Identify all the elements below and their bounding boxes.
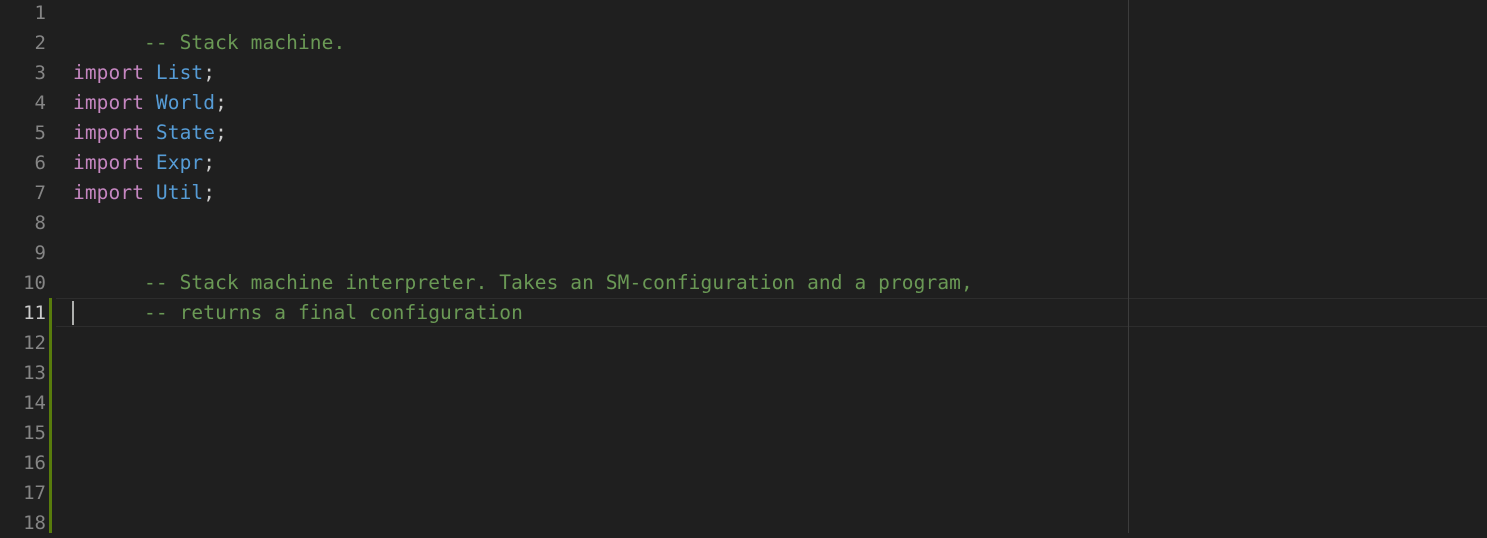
line-number-active: 11 (23, 302, 46, 324)
keyword: import (73, 181, 145, 204)
punctuation: ; (215, 121, 227, 144)
line-number: 4 (34, 92, 46, 114)
module-name: World (155, 91, 216, 114)
line-number: 10 (23, 272, 46, 294)
code-line-4[interactable]: import World; (73, 88, 227, 118)
punctuation: ; (215, 91, 227, 114)
line-number: 3 (34, 62, 46, 84)
line-number: 18 (23, 512, 46, 534)
text-cursor (72, 301, 74, 325)
line-number: 9 (34, 242, 46, 264)
code-line-5[interactable]: import State; (73, 118, 227, 148)
module-name: Expr (155, 151, 204, 174)
punctuation: ; (203, 181, 216, 204)
line-number: 7 (34, 182, 46, 204)
line-number: 15 (23, 422, 46, 444)
punctuation: ; (203, 61, 216, 84)
punctuation: ; (203, 151, 216, 174)
line-number: 2 (34, 32, 46, 54)
line-number: 6 (34, 152, 46, 174)
keyword: import (73, 91, 145, 114)
comment: -- Stack machine. (144, 31, 346, 54)
line-number-gutter: 1 2 3 4 5 6 7 8 9 10 11 12 13 14 15 16 1… (0, 0, 56, 534)
code-editor[interactable]: 1 2 3 4 5 6 7 8 9 10 11 12 13 14 15 16 1… (0, 0, 1487, 534)
code-line-1[interactable]: -- Stack machine. (73, 0, 345, 54)
line-number: 8 (34, 212, 46, 234)
line-number: 13 (23, 362, 46, 384)
line-number: 17 (23, 482, 46, 504)
module-name: List (155, 61, 204, 84)
code-line-6[interactable]: import Expr; (73, 148, 215, 178)
line-number: 12 (23, 332, 46, 354)
module-name: Util (155, 181, 204, 204)
module-name: State (155, 121, 216, 144)
diff-added-indicator[interactable] (49, 298, 52, 533)
keyword: import (73, 151, 145, 174)
code-line-9[interactable]: -- Stack machine interpreter. Takes an S… (73, 238, 973, 294)
line-number: 1 (34, 2, 46, 24)
keyword: import (73, 121, 145, 144)
line-number: 5 (34, 122, 46, 144)
code-line-3[interactable]: import List; (73, 58, 215, 88)
comment: -- returns a final configuration (144, 301, 523, 324)
line-number: 16 (23, 452, 46, 474)
code-line-10[interactable]: -- returns a final configuration (73, 268, 523, 324)
code-area[interactable]: -- Stack machine. import List; import Wo… (73, 0, 1487, 533)
line-number: 14 (23, 392, 46, 414)
code-line-7[interactable]: import Util; (73, 178, 215, 208)
keyword: import (73, 61, 145, 84)
